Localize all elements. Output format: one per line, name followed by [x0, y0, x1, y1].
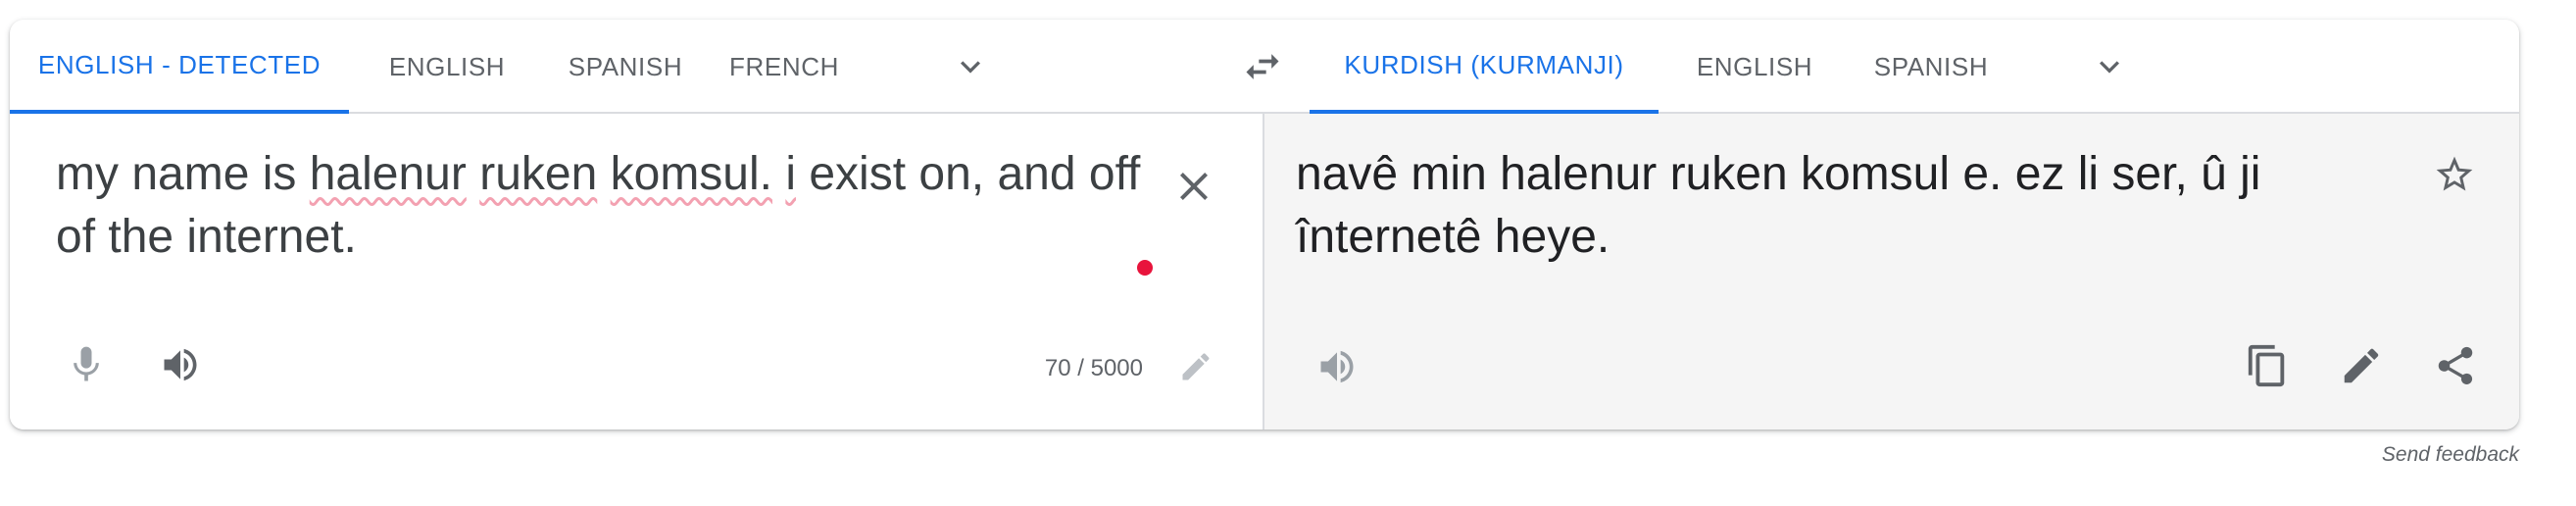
- translate-card: ENGLISH - DETECTED ENGLISH SPANISH FRENC…: [10, 20, 2519, 430]
- edit-icon[interactable]: [1178, 349, 1214, 384]
- swap-horiz-icon[interactable]: [1241, 45, 1284, 88]
- source-text-input[interactable]: my name is halenur ruken komsul. i exist…: [56, 143, 1154, 269]
- tab-target-spanish[interactable]: SPANISH: [1853, 20, 2009, 114]
- misspelled-word[interactable]: ruken: [479, 148, 597, 200]
- tab-target-kurdish[interactable]: KURDISH (KURMANJI): [1310, 20, 1659, 114]
- volume-up-icon[interactable]: [159, 343, 202, 386]
- edit-icon[interactable]: [2339, 343, 2384, 388]
- mic-icon[interactable]: [65, 343, 108, 386]
- volume-up-icon[interactable]: [1315, 345, 1359, 388]
- source-text-segment: [597, 148, 610, 200]
- misspelled-word[interactable]: i: [785, 148, 796, 200]
- misspelled-word[interactable]: halenur: [310, 148, 467, 200]
- translation-text: navê min halenur ruken komsul e. ez li s…: [1296, 148, 2261, 263]
- send-feedback-link[interactable]: Send feedback: [2372, 443, 2519, 467]
- close-icon[interactable]: [1170, 163, 1217, 210]
- tab-source-french[interactable]: FRENCH: [710, 20, 859, 114]
- chevron-down-icon[interactable]: [951, 47, 990, 86]
- star-outline-icon[interactable]: [2433, 153, 2476, 196]
- chevron-down-icon[interactable]: [2090, 47, 2129, 86]
- tab-source-detected[interactable]: ENGLISH - DETECTED: [10, 20, 349, 114]
- language-tab-bar: ENGLISH - DETECTED ENGLISH SPANISH FRENC…: [10, 20, 2519, 114]
- tab-source-english[interactable]: ENGLISH: [363, 20, 531, 114]
- tab-source-spanish[interactable]: SPANISH: [547, 20, 704, 114]
- source-text-segment: [772, 148, 785, 200]
- source-pane: my name is halenur ruken komsul. i exist…: [10, 114, 1263, 430]
- status-indicator-dot: [1137, 260, 1153, 276]
- misspelled-word[interactable]: komsul.: [611, 148, 772, 200]
- tab-target-english[interactable]: ENGLISH: [1666, 20, 1843, 114]
- copy-icon[interactable]: [2245, 343, 2290, 388]
- translation-pane: navê min halenur ruken komsul e. ez li s…: [1263, 114, 2519, 430]
- source-text-segment: my name is: [56, 148, 310, 200]
- character-counter: 70 / 5000: [1044, 355, 1143, 381]
- share-icon[interactable]: [2433, 343, 2478, 388]
- source-text-segment: [467, 148, 479, 200]
